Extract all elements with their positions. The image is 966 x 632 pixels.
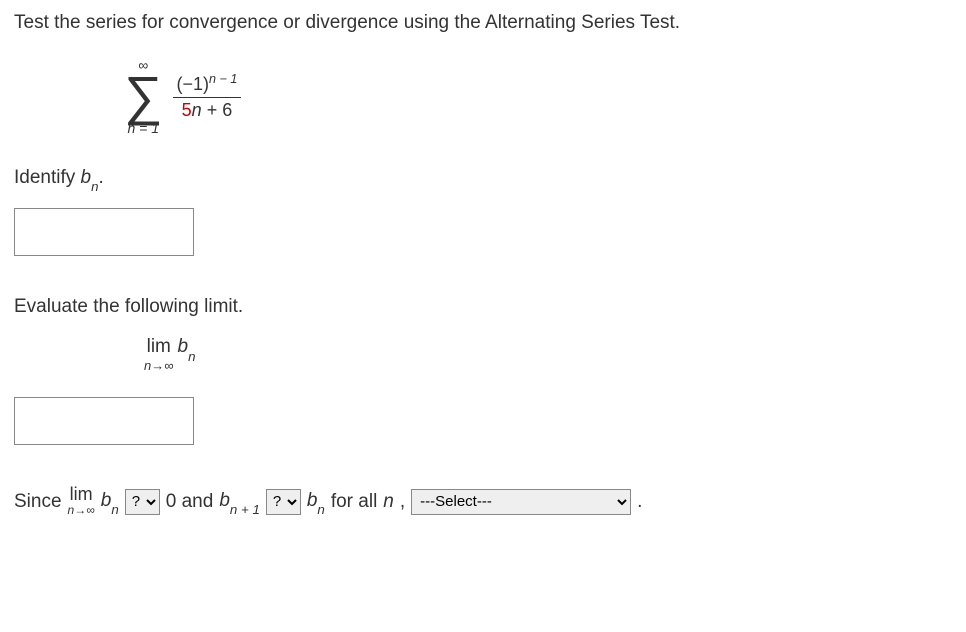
bn-inline-2: bn <box>307 490 325 514</box>
bn-plus-1: bn + 1 <box>219 490 260 514</box>
bn-inline-1: bn <box>101 490 119 514</box>
n-var: n <box>383 491 394 513</box>
since-text: Since <box>14 491 62 513</box>
series-expression: ∞ ∑ n = 1 (−1)n − 1 5n + 6 <box>124 58 952 135</box>
limit-compare-select[interactable]: ? <box>125 489 160 515</box>
problem-statement: Test the series for convergence or diver… <box>14 12 952 34</box>
evaluate-label: Evaluate the following limit. <box>14 296 952 318</box>
evaluate-limit-input[interactable] <box>14 397 194 445</box>
identify-label: Identify bn. <box>14 167 952 191</box>
limit-operator: lim n→∞ <box>144 336 174 373</box>
conclusion-line: Since lim n→∞ bn ? 0 and bn + 1 ? bn for… <box>14 485 952 517</box>
summation-symbol: ∞ ∑ n = 1 <box>124 58 163 135</box>
for-all-text: for all <box>331 491 377 513</box>
conclusion-select[interactable]: ---Select--- <box>411 489 631 515</box>
bn-compare-select[interactable]: ? <box>266 489 301 515</box>
period: . <box>637 491 642 513</box>
comma: , <box>400 491 405 513</box>
fraction-numerator: (−1)n − 1 <box>173 72 242 98</box>
limit-expression: lim n→∞ bn <box>144 336 952 373</box>
fraction-denominator: 5n + 6 <box>178 98 237 121</box>
limit-operator-inline: lim n→∞ <box>68 485 95 517</box>
limit-bn: bn <box>178 336 196 360</box>
sigma-icon: ∑ <box>124 72 163 121</box>
series-fraction: (−1)n − 1 5n + 6 <box>173 72 242 121</box>
sum-lower-bound: n = 1 <box>127 121 159 135</box>
zero-and-text: 0 and <box>166 491 214 513</box>
identify-bn-input[interactable] <box>14 208 194 256</box>
